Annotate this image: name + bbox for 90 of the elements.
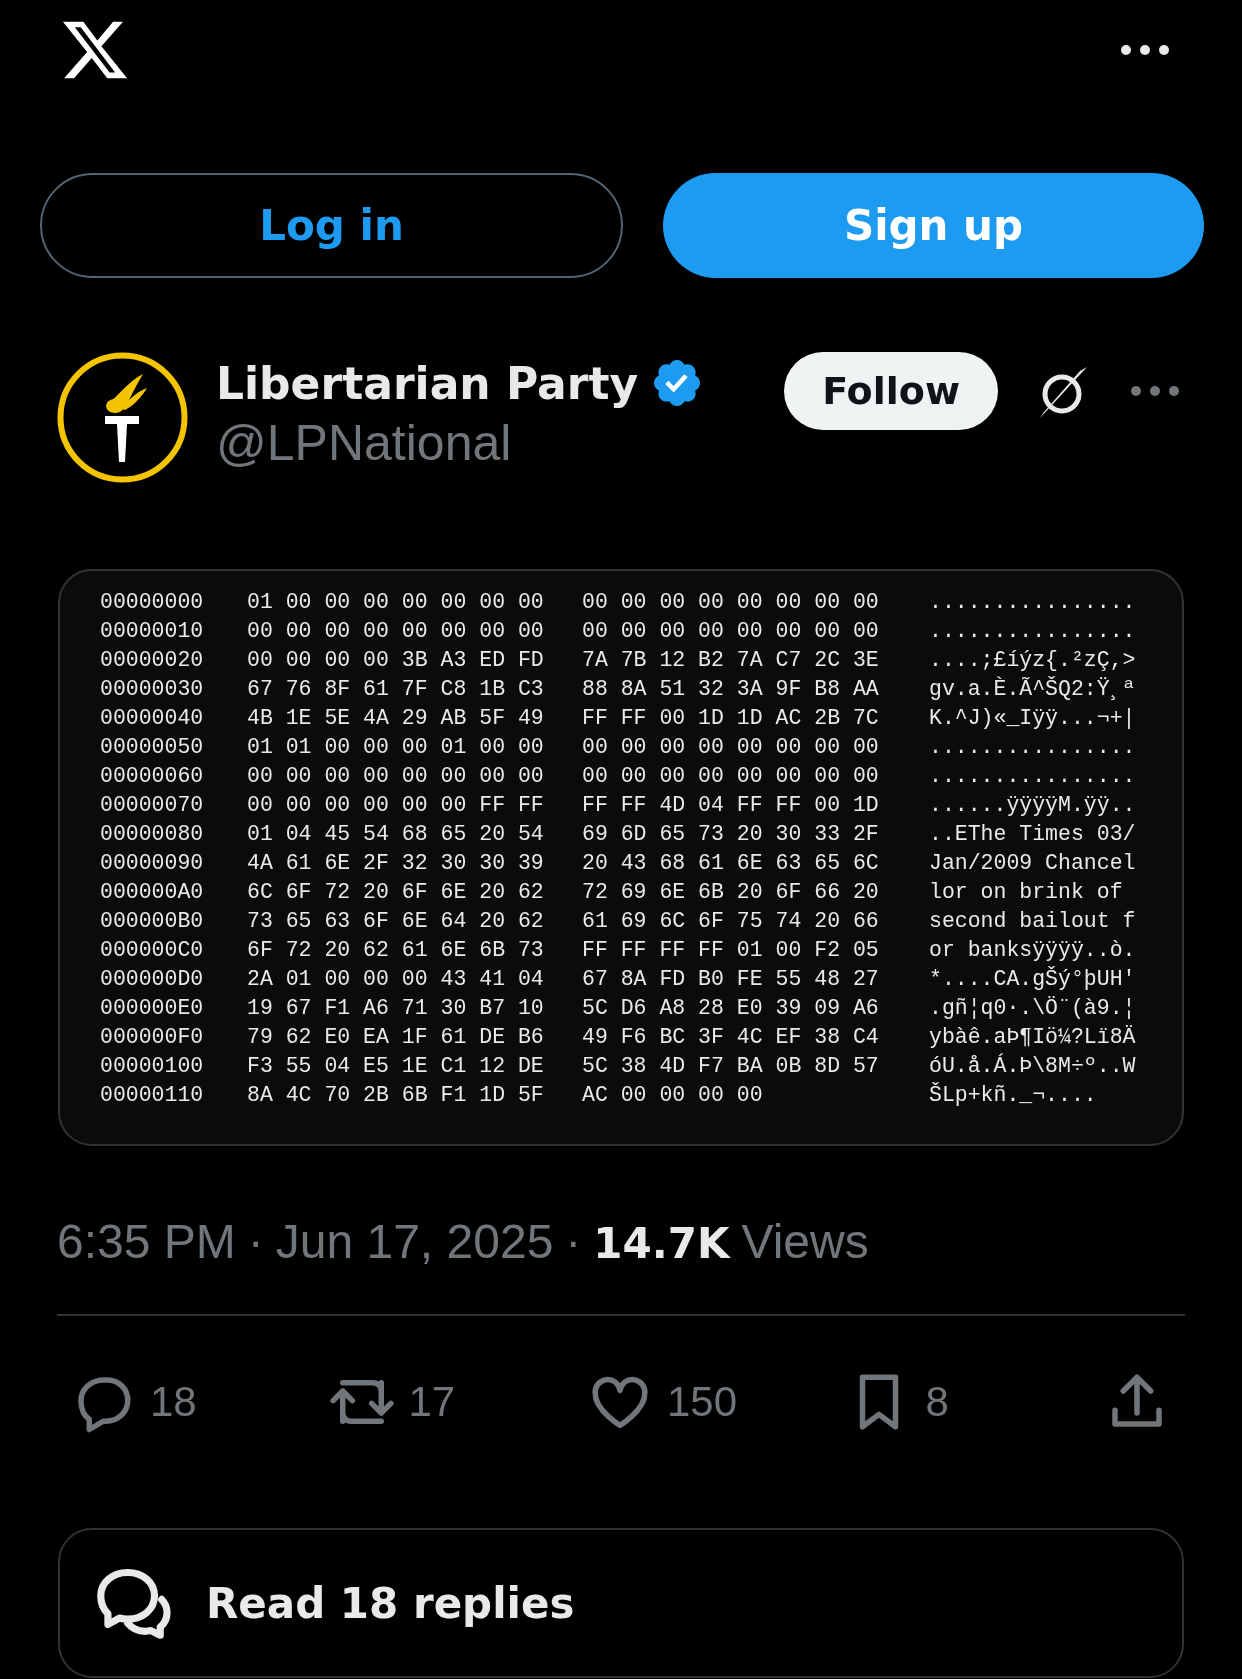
hex-bytes: 49 F6 BC 3F 4C EF 38 C4 bbox=[582, 1024, 880, 1051]
hex-bytes: 00 00 00 00 00 00 00 00 bbox=[582, 763, 880, 790]
hex-offset: 00000040 bbox=[100, 705, 205, 732]
hex-bytes: 2A 01 00 00 00 43 41 04 bbox=[247, 966, 545, 993]
hex-offset: 000000E0 bbox=[100, 995, 205, 1022]
read-replies-button[interactable]: Read 18 replies bbox=[58, 1528, 1184, 1678]
hex-ascii: ......ÿÿÿÿM.ÿÿ.. bbox=[929, 792, 1137, 819]
hex-bytes: 01 04 45 54 68 65 20 54 bbox=[247, 821, 545, 848]
views-label: Views bbox=[741, 1214, 869, 1269]
action-count: 8 bbox=[925, 1378, 949, 1426]
hex-bytes: 01 01 00 00 00 01 00 00 bbox=[247, 734, 545, 761]
hex-offset: 000000C0 bbox=[100, 937, 205, 964]
hex-bytes: FF FF FF FF 01 00 F2 05 bbox=[582, 937, 880, 964]
more-icon[interactable] bbox=[1120, 44, 1170, 56]
hex-bytes: 00 00 00 00 00 00 00 00 bbox=[582, 734, 880, 761]
hex-bytes: 61 69 6C 6F 75 74 20 66 bbox=[582, 908, 880, 935]
avatar[interactable] bbox=[57, 352, 188, 483]
hex-bytes: 7A 7B 12 B2 7A C7 2C 3E bbox=[582, 647, 880, 674]
hex-offset: 00000090 bbox=[100, 850, 205, 877]
hex-ascii: or banksÿÿÿÿ..ò. bbox=[929, 937, 1137, 964]
hex-offset: 00000000 bbox=[100, 589, 205, 616]
login-button[interactable]: Log in bbox=[40, 173, 623, 278]
hex-bytes: 6C 6F 72 20 6F 6E 20 62 bbox=[247, 879, 545, 906]
hex-bytes: AC 00 00 00 00 bbox=[582, 1082, 764, 1109]
post-date[interactable]: Jun 17, 2025 bbox=[275, 1214, 554, 1269]
hex-bytes: 00 00 00 00 3B A3 ED FD bbox=[247, 647, 545, 674]
hex-bytes: 67 76 8F 61 7F C8 1B C3 bbox=[247, 676, 545, 703]
hex-ascii: ................ bbox=[929, 589, 1137, 616]
hex-offset: 00000010 bbox=[100, 618, 205, 645]
hex-offset: 000000D0 bbox=[100, 966, 205, 993]
hex-bytes: 00 00 00 00 00 00 00 00 bbox=[247, 618, 545, 645]
author-handle[interactable]: @LPNational bbox=[216, 414, 705, 472]
hex-bytes: 20 43 68 61 6E 63 65 6C bbox=[582, 850, 880, 877]
hex-bytes: FF FF 00 1D 1D AC 2B 7C bbox=[582, 705, 880, 732]
hex-ascii: ....;£íýz{.²zÇ,> bbox=[929, 647, 1137, 674]
hex-bytes: F3 55 04 E5 1E C1 12 DE bbox=[247, 1053, 545, 1080]
hex-offset: 00000080 bbox=[100, 821, 205, 848]
hex-offset: 000000F0 bbox=[100, 1024, 205, 1051]
hex-ascii: gv.a.È.Ã^ŠQ2:Ÿ¸ª bbox=[929, 675, 1137, 703]
hex-offset: 00000050 bbox=[100, 734, 205, 761]
hex-offset: 00000110 bbox=[100, 1082, 205, 1109]
hex-offset: 000000B0 bbox=[100, 908, 205, 935]
hex-offset: 00000100 bbox=[100, 1053, 205, 1080]
hex-bytes: 6F 72 20 62 61 6E 6B 73 bbox=[247, 937, 545, 964]
hex-ascii: ŠLp+kñ._¬.... bbox=[929, 1081, 1098, 1109]
hex-bytes: 00 00 00 00 00 00 FF FF bbox=[247, 792, 545, 819]
hex-bytes: 69 6D 65 73 20 30 33 2F bbox=[582, 821, 880, 848]
action-count: 17 bbox=[408, 1378, 456, 1426]
hex-offset: 00000060 bbox=[100, 763, 205, 790]
hex-ascii: K.^J)«_Iÿÿ...¬+| bbox=[929, 705, 1137, 732]
hex-ascii: ................ bbox=[929, 618, 1137, 645]
hex-offset: 00000020 bbox=[100, 647, 205, 674]
hex-ascii: óU.å.Á.Þ\8M÷º..W bbox=[929, 1052, 1137, 1080]
action-count: 18 bbox=[150, 1378, 197, 1426]
hex-bytes: 88 8A 51 32 3A 9F B8 AA bbox=[582, 676, 880, 703]
hex-offset: 000000A0 bbox=[100, 879, 205, 906]
hex-ascii: .gñ¦q0·.\Ö¨(à9.¦ bbox=[929, 995, 1137, 1022]
hex-ascii: Jan/2009 Chancel bbox=[929, 850, 1137, 877]
hex-bytes: 19 67 F1 A6 71 30 B7 10 bbox=[247, 995, 545, 1022]
hex-bytes: 4A 61 6E 2F 32 30 30 39 bbox=[247, 850, 545, 877]
hex-ascii: ybàê.aÞ¶Iö¼?Lï8Ä bbox=[929, 1024, 1137, 1051]
hex-bytes: 67 8A FD B0 FE 55 48 27 bbox=[582, 966, 880, 993]
hex-dump-image[interactable] bbox=[58, 569, 1184, 1146]
hex-offset: 00000070 bbox=[100, 792, 205, 819]
hex-bytes: 73 65 63 6F 6E 64 20 62 bbox=[247, 908, 545, 935]
hex-offset: 00000030 bbox=[100, 676, 205, 703]
hex-bytes: 79 62 E0 EA 1F 61 DE B6 bbox=[247, 1024, 545, 1051]
hex-ascii: ..EThe Times 03/ bbox=[929, 821, 1137, 848]
author-name[interactable]: Libertarian Party bbox=[216, 357, 639, 409]
hex-bytes: 72 69 6E 6B 20 6F 66 20 bbox=[582, 879, 880, 906]
hex-ascii: *....CA.gŠý°þUH' bbox=[929, 965, 1137, 993]
hex-bytes: 00 00 00 00 00 00 00 00 bbox=[582, 589, 880, 616]
hex-bytes: 5C D6 A8 28 E0 39 09 A6 bbox=[582, 995, 880, 1022]
separator: · bbox=[247, 1214, 264, 1269]
action-count: 150 bbox=[667, 1378, 738, 1426]
post-time[interactable]: 6:35 PM bbox=[57, 1214, 236, 1269]
hex-bytes: 00 00 00 00 00 00 00 00 bbox=[247, 763, 545, 790]
hex-bytes: FF FF 4D 04 FF FF 00 1D bbox=[582, 792, 880, 819]
follow-button[interactable]: Follow bbox=[784, 352, 998, 430]
views-count: 14.7K bbox=[593, 1219, 730, 1268]
hex-ascii: ................ bbox=[929, 763, 1137, 790]
hex-bytes: 4B 1E 5E 4A 29 AB 5F 49 bbox=[247, 705, 545, 732]
hex-bytes: 00 00 00 00 00 00 00 00 bbox=[582, 618, 880, 645]
hex-bytes: 01 00 00 00 00 00 00 00 bbox=[247, 589, 545, 616]
hex-ascii: lor on brink of bbox=[929, 879, 1124, 906]
separator: · bbox=[565, 1214, 582, 1269]
hex-ascii: ................ bbox=[929, 734, 1137, 761]
hex-bytes: 5C 38 4D F7 BA 0B 8D 57 bbox=[582, 1053, 880, 1080]
hex-ascii: second bailout f bbox=[929, 908, 1137, 935]
hex-bytes: 8A 4C 70 2B 6B F1 1D 5F bbox=[247, 1082, 545, 1109]
